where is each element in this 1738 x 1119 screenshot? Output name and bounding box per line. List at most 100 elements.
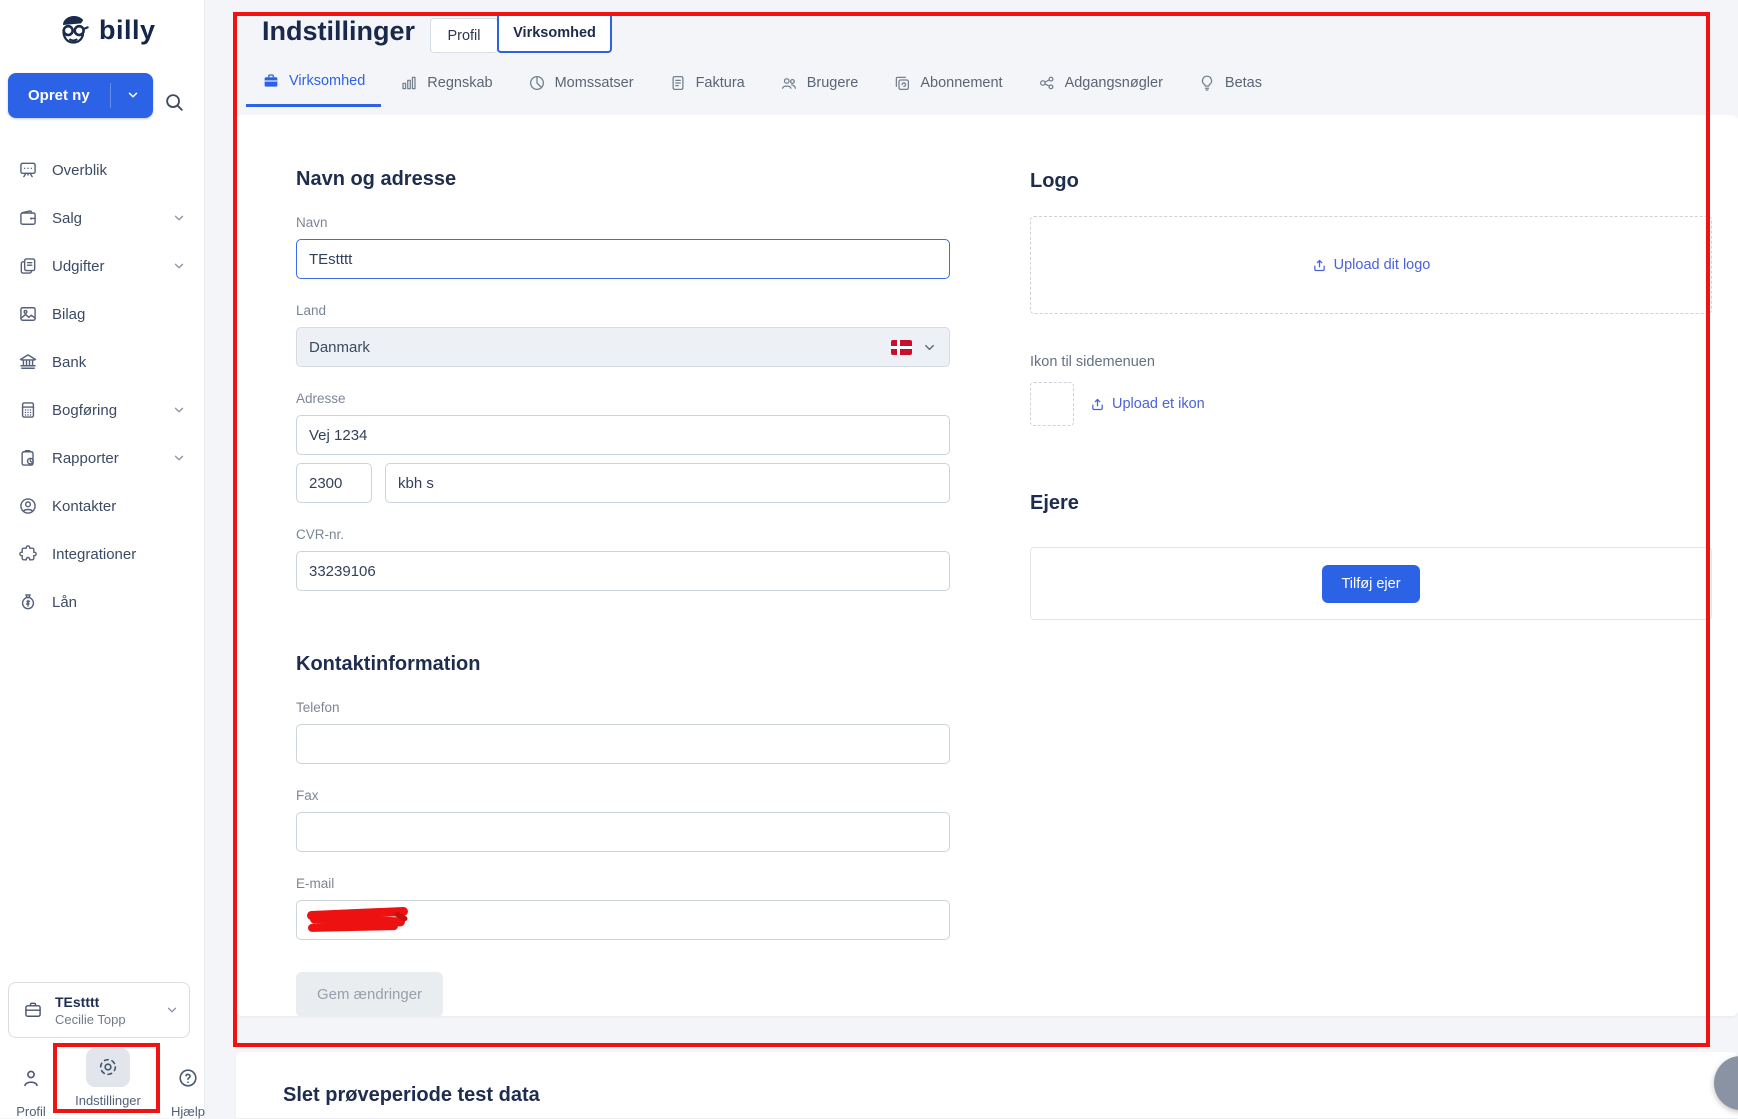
name-input[interactable]: [296, 239, 950, 279]
tab-label: Regnskab: [427, 74, 493, 91]
chevron-down-icon: [165, 1003, 179, 1017]
chevron-down-icon: [126, 88, 140, 102]
tab-adgangsnoegler[interactable]: Adgangsnøgler: [1022, 64, 1179, 107]
upload-icon: [1090, 397, 1105, 412]
fax-label: Fax: [296, 788, 319, 803]
dashboard-icon: [18, 160, 38, 180]
footer-item-profil[interactable]: Profil: [6, 1058, 56, 1119]
sidebar-item-bank[interactable]: Bank: [0, 338, 204, 386]
email-label: E-mail: [296, 876, 335, 891]
users-icon: [780, 74, 798, 92]
sidebar-icon-label: Ikon til sidemenuen: [1030, 354, 1155, 370]
sidebar-item-label: Udgifter: [52, 257, 105, 275]
company-switcher[interactable]: TEstttt Cecilie Topp: [8, 982, 190, 1038]
sidebar-item-laan[interactable]: Lån: [0, 578, 204, 626]
sidebar-item-label: Overblik: [52, 161, 108, 179]
save-changes-button[interactable]: Gem ændringer: [296, 972, 444, 1017]
sidebar-item-label: Lån: [52, 593, 78, 611]
search-icon[interactable]: [163, 85, 197, 119]
tab-label: Adgangsnøgler: [1064, 74, 1163, 91]
upload-logo-link[interactable]: Upload dit logo: [1312, 257, 1430, 273]
sidebar-item-kontakter[interactable]: Kontakter: [0, 482, 204, 530]
sidebar-item-bilag[interactable]: Bilag: [0, 290, 204, 338]
documents-icon: [18, 256, 38, 276]
cvr-label: CVR-nr.: [296, 527, 345, 542]
upload-icon-link[interactable]: Upload et ikon: [1090, 396, 1205, 412]
sidebar-item-bogfoering[interactable]: Bogføring: [0, 386, 204, 434]
subscription-icon: [893, 74, 911, 92]
sidebar-item-label: Salg: [52, 209, 83, 227]
sidebar-item-overblik[interactable]: Overblik: [0, 146, 204, 194]
chevron-down-icon: [172, 403, 186, 417]
phone-label: Telefon: [296, 700, 340, 715]
tab-brugere[interactable]: Brugere: [764, 64, 875, 107]
tab-momssatser[interactable]: Momssatser: [512, 64, 650, 107]
briefcase-icon: [23, 1000, 43, 1020]
scope-tab-virksomhed[interactable]: Virksomhed: [497, 13, 612, 53]
sidebar-item-label: Bogføring: [52, 401, 118, 419]
person-icon: [6, 1058, 56, 1098]
settings-active-highlight: [86, 1047, 130, 1087]
sidebar-item-salg[interactable]: Salg: [0, 194, 204, 242]
tab-label: Brugere: [806, 74, 859, 91]
zip-input[interactable]: [296, 463, 372, 503]
sidebar-item-rapporter[interactable]: Rapporter: [0, 434, 204, 482]
invoice-icon: [669, 74, 687, 92]
tab-label: Abonnement: [920, 74, 1003, 91]
phone-input[interactable]: [296, 724, 950, 764]
cvr-input[interactable]: [296, 551, 950, 591]
sidebar-item-label: Rapporter: [52, 449, 119, 467]
billy-logo[interactable]: billy: [55, 12, 156, 48]
wallet-icon: [18, 208, 38, 228]
add-owner-button[interactable]: Tilføj ejer: [1322, 564, 1420, 603]
report-clipboard-icon: [18, 448, 38, 468]
country-label: Land: [296, 303, 327, 318]
upload-icon: [1312, 258, 1327, 273]
image-icon: [18, 304, 38, 324]
tab-betas[interactable]: Betas: [1182, 64, 1278, 107]
denmark-flag-icon: [891, 339, 912, 355]
pie-chart-icon: [528, 74, 546, 92]
sidebar-item-label: Integrationer: [52, 545, 137, 563]
tab-faktura[interactable]: Faktura: [653, 64, 761, 107]
icon-upload-dropzone[interactable]: [1030, 382, 1074, 426]
create-new-label: Opret ny: [28, 87, 90, 104]
footer-item-label: Indstillinger: [75, 1093, 141, 1108]
chevron-down-icon: [172, 451, 186, 465]
name-label: Navn: [296, 215, 328, 230]
tab-label: Faktura: [695, 74, 745, 91]
address-input[interactable]: [296, 415, 950, 455]
tab-regnskab[interactable]: Regnskab: [384, 64, 508, 107]
city-input[interactable]: [385, 463, 950, 503]
email-input[interactable]: [296, 900, 950, 940]
section-title-owners: Ejere: [1030, 492, 1079, 514]
create-new-button[interactable]: Opret ny: [8, 73, 153, 118]
footer-item-label: Profil: [16, 1104, 46, 1119]
sidebar-item-integrationer[interactable]: Integrationer: [0, 530, 204, 578]
name-address-form: Navn og adresse Navn Land Danmark Adress…: [296, 168, 950, 1017]
footer-item-indstillinger[interactable]: Indstillinger: [73, 1047, 143, 1108]
sidebar-item-udgifter[interactable]: Udgifter: [0, 242, 204, 290]
tab-abonnement[interactable]: Abonnement: [877, 64, 1018, 107]
footer-item-label: Hjælp: [171, 1104, 205, 1119]
tab-label: Momssatser: [554, 74, 634, 91]
gear-icon: [97, 1056, 119, 1078]
sidebar: billy Opret ny Overblik Salg Udgifter Bi…: [0, 0, 205, 1119]
sidebar-item-label: Bank: [52, 353, 87, 371]
logo-upload-dropzone[interactable]: Upload dit logo: [1030, 216, 1712, 314]
settings-tab-bar: Virksomhed Regnskab Momssatser Faktura B…: [246, 64, 1278, 107]
country-select[interactable]: Danmark: [296, 327, 950, 367]
money-bag-icon: [18, 592, 38, 612]
logo-owners-panel: Logo Upload dit logo Ikon til sidemenuen…: [1030, 170, 1712, 620]
delete-trial-card: Slet prøveperiode test data: [236, 1052, 1738, 1118]
tab-label: Virksomhed: [289, 73, 366, 89]
scope-tab-profil[interactable]: Profil: [430, 18, 498, 53]
fax-input[interactable]: [296, 812, 950, 852]
tab-virksomhed[interactable]: Virksomhed: [246, 64, 382, 107]
footer-item-hjaelp[interactable]: Hjælp: [160, 1058, 216, 1119]
section-title-logo: Logo: [1030, 170, 1079, 192]
bar-chart-icon: [400, 74, 418, 92]
owners-empty-box: Tilføj ejer: [1030, 547, 1712, 620]
page-title: Indstillinger: [262, 16, 416, 46]
puzzle-icon: [18, 544, 38, 564]
